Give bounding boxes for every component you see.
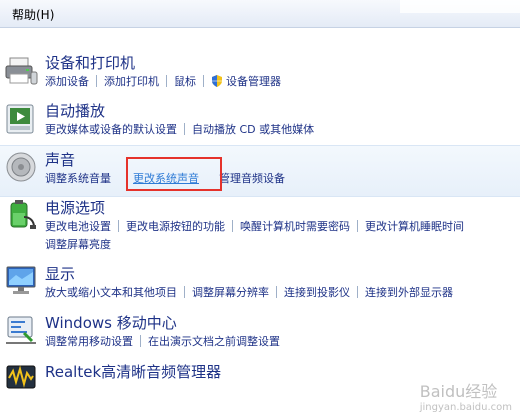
section-links: 更改媒体或设备的默认设置 自动播放 CD 或其他媒体: [45, 121, 314, 137]
section-title[interactable]: 设备和打印机: [45, 52, 135, 73]
section-devices-printers: 设备和打印机 添加设备 添加打印机 鼠标 设备管理器: [0, 48, 520, 100]
printer-icon: [5, 57, 38, 85]
adjust-resolution-link[interactable]: 调整屏幕分辨率: [192, 284, 269, 300]
section-title[interactable]: 自动播放: [45, 100, 105, 121]
battery-power-icon: [10, 200, 36, 229]
section-display: 显示 放大或缩小文本和其他项目 调整屏幕分辨率 连接到投影仪 连接到外部显示器: [0, 260, 520, 306]
separator: [357, 220, 358, 232]
watermark-logo: Baidu经验: [419, 382, 498, 401]
monitor-icon: [6, 266, 36, 294]
zoom-text-link[interactable]: 放大或缩小文本和其他项目: [45, 284, 177, 300]
section-sound: 声音 调整系统音量 更改系统声音 管理音频设备: [0, 145, 520, 197]
mobility-center-icon: [6, 316, 36, 344]
realtek-audio-icon: [6, 365, 36, 389]
add-device-link[interactable]: 添加设备: [45, 73, 89, 89]
section-title[interactable]: 电源选项: [45, 197, 105, 218]
require-password-on-wake-link[interactable]: 唤醒计算机时需要密码: [240, 218, 350, 234]
change-power-button-link[interactable]: 更改电源按钮的功能: [126, 218, 225, 234]
separator: [140, 335, 141, 347]
change-media-defaults-link[interactable]: 更改媒体或设备的默认设置: [45, 121, 177, 137]
separator: [203, 75, 204, 87]
change-battery-settings-link[interactable]: 更改电池设置: [45, 218, 111, 234]
add-printer-link[interactable]: 添加打印机: [104, 73, 159, 89]
menu-bar: 帮助(H): [0, 0, 520, 28]
change-sleep-time-link[interactable]: 更改计算机睡眠时间: [365, 218, 464, 234]
help-menu[interactable]: 帮助(H): [12, 6, 54, 23]
autoplay-icon: [6, 104, 34, 134]
separator: [276, 286, 277, 298]
menubar-highlight: [400, 0, 520, 13]
connect-external-display-link[interactable]: 连接到外部显示器: [365, 284, 453, 300]
adjust-volume-link[interactable]: 调整系统音量: [45, 170, 111, 186]
section-links: 添加设备 添加打印机 鼠标 设备管理器: [45, 73, 281, 89]
section-links: 调整常用移动设置 在出演示文档之前调整设置: [45, 333, 280, 349]
separator: [184, 286, 185, 298]
section-power-options: 电源选项 更改电池设置 更改电源按钮的功能 唤醒计算机时需要密码 更改计算机睡眠…: [0, 194, 520, 254]
separator: [118, 220, 119, 232]
section-title[interactable]: Windows 移动中心: [45, 312, 177, 333]
presentation-settings-link[interactable]: 在出演示文档之前调整设置: [148, 333, 280, 349]
separator: [166, 75, 167, 87]
watermark-url: jingyan.baidu.com: [419, 402, 512, 413]
section-title[interactable]: 显示: [45, 263, 75, 284]
watermark: Baidu经验 jingyan.baidu.com: [420, 378, 512, 413]
section-links: 更改电池设置 更改电源按钮的功能 唤醒计算机时需要密码 更改计算机睡眠时间: [45, 218, 464, 234]
separator: [96, 75, 97, 87]
section-links: 放大或缩小文本和其他项目 调整屏幕分辨率 连接到投影仪 连接到外部显示器: [45, 284, 453, 300]
manage-audio-devices-link[interactable]: 管理音频设备: [219, 170, 285, 186]
shield-icon: [212, 75, 222, 87]
section-title[interactable]: 声音: [45, 149, 75, 170]
device-manager-link[interactable]: 设备管理器: [226, 73, 281, 89]
highlight-box: [126, 157, 222, 191]
separator: [357, 286, 358, 298]
section-title[interactable]: Realtek高清晰音频管理器: [45, 361, 221, 382]
section-autoplay: 自动播放 更改媒体或设备的默认设置 自动播放 CD 或其他媒体: [0, 98, 520, 142]
adjust-brightness-link[interactable]: 调整屏幕亮度: [45, 236, 111, 252]
section-links-row2: 调整屏幕亮度: [45, 236, 111, 252]
adjust-mobility-settings-link[interactable]: 调整常用移动设置: [45, 333, 133, 349]
separator: [232, 220, 233, 232]
speaker-icon: [6, 152, 36, 182]
mouse-link[interactable]: 鼠标: [174, 73, 196, 89]
section-mobility-center: Windows 移动中心 调整常用移动设置 在出演示文档之前调整设置: [0, 310, 520, 356]
connect-projector-link[interactable]: 连接到投影仪: [284, 284, 350, 300]
autoplay-cd-link[interactable]: 自动播放 CD 或其他媒体: [192, 121, 314, 137]
separator: [184, 123, 185, 135]
